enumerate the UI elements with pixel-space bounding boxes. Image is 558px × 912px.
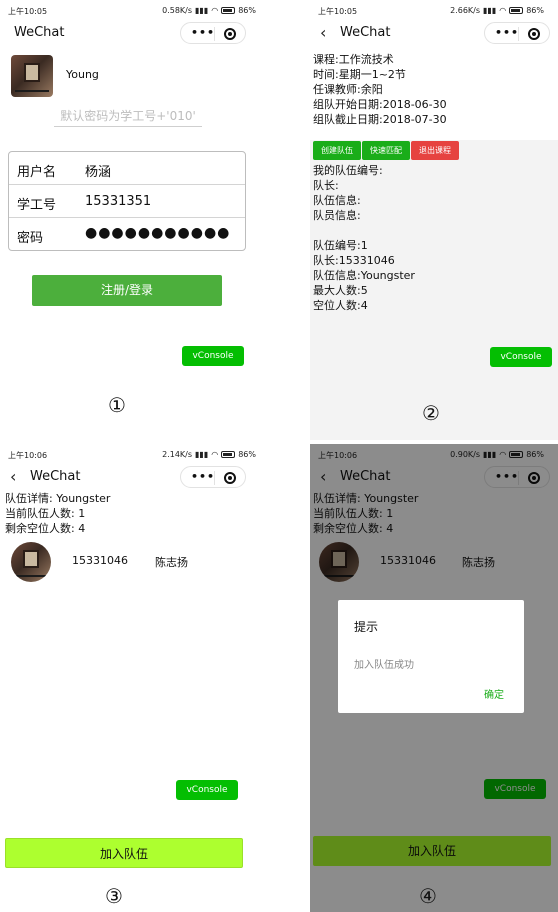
- back-icon[interactable]: ‹: [10, 467, 16, 486]
- signal-icon: ▮▮▮: [195, 6, 209, 15]
- team-vacancy[interactable]: 空位人数:4: [313, 298, 415, 313]
- member-id: 15331046: [72, 554, 128, 567]
- quit-course-button[interactable]: 退出课程: [411, 141, 459, 160]
- my-team-id: 我的队伍编号:: [313, 164, 383, 177]
- password-row[interactable]: 密码 ●●●●●●●●●●●: [9, 218, 245, 251]
- nav-title: WeChat: [14, 25, 65, 40]
- screen-marker: ②: [422, 401, 440, 425]
- status-time: 上午10:05: [8, 7, 48, 16]
- status-bar: 上午10:05 2.66K/s ▮▮▮ ◠ 86%: [310, 0, 558, 20]
- register-login-button[interactable]: 注册/登录: [32, 275, 222, 306]
- battery-icon: [221, 451, 236, 458]
- status-bar: 上午10:05 0.58K/s ▮▮▮ ◠ 86%: [0, 0, 270, 20]
- team-current-count: 当前队伍人数: 1: [5, 507, 86, 520]
- status-bar: 上午10:06 2.14K/s ▮▮▮ ◠ 86%: [0, 444, 270, 464]
- password-input[interactable]: ●●●●●●●●●●●: [85, 225, 230, 241]
- screen-marker: ④: [419, 884, 437, 908]
- my-team-leader: 队长:: [313, 179, 339, 192]
- screen-marker: ①: [108, 393, 126, 417]
- nav-bar: ‹ WeChat •••: [0, 466, 270, 490]
- mini-program-capsule[interactable]: •••: [180, 22, 246, 44]
- screen-login: 上午10:05 0.58K/s ▮▮▮ ◠ 86% WeChat ••• You…: [0, 0, 270, 440]
- more-icon[interactable]: •••: [495, 26, 519, 39]
- member-avatar: [11, 542, 51, 582]
- status-time: 上午10:06: [8, 451, 48, 460]
- course-time: 时间:星期一1~2节: [313, 68, 406, 81]
- screen-join-success: 上午10:06 0.90K/s ▮▮▮ ◠ 86% ‹ WeChat ••• 队…: [310, 444, 558, 912]
- modal-title: 提示: [354, 620, 379, 634]
- back-icon[interactable]: ‹: [320, 23, 326, 42]
- team-name[interactable]: 队伍信息:Youngster: [313, 268, 415, 283]
- screen-course: 上午10:05 2.66K/s ▮▮▮ ◠ 86% ‹ WeChat ••• 课…: [310, 0, 558, 440]
- nav-title: WeChat: [30, 469, 81, 484]
- password-label: 密码: [17, 231, 44, 246]
- student-id-row[interactable]: 学工号 15331351: [9, 185, 245, 218]
- create-team-button[interactable]: 创建队伍: [313, 141, 361, 160]
- network-speed: 2.66K/s: [450, 6, 481, 15]
- mini-program-capsule[interactable]: •••: [180, 466, 246, 488]
- team-max[interactable]: 最大人数:5: [313, 283, 415, 298]
- status-time: 上午10:05: [318, 7, 358, 16]
- team-leader[interactable]: 队长:15331046: [313, 253, 415, 268]
- vconsole-button[interactable]: vConsole: [182, 346, 244, 366]
- wifi-icon: ◠: [211, 450, 219, 459]
- nav-bar: WeChat •••: [0, 22, 270, 46]
- avatar: [11, 55, 53, 97]
- signal-icon: ▮▮▮: [195, 450, 209, 459]
- team-id[interactable]: 队伍编号:1: [313, 238, 415, 253]
- modal-confirm-button[interactable]: 确定: [484, 686, 504, 701]
- username-input[interactable]: 杨涵: [85, 161, 111, 180]
- join-team-button[interactable]: 加入队伍: [5, 838, 243, 868]
- team-end-date: 组队截止日期:2018-07-30: [313, 113, 447, 126]
- wifi-icon: ◠: [211, 6, 219, 15]
- battery-level: 86%: [238, 450, 256, 459]
- vconsole-button[interactable]: vConsole: [176, 780, 238, 800]
- action-buttons: 创建队伍 快速匹配 退出课程: [313, 141, 460, 160]
- password-hint: 默认密码为学工号+'010': [54, 107, 202, 127]
- course-info: 课程:工作流技术 时间:星期一1~2节 任课教师:余阳 组队开始日期:2018-…: [313, 52, 447, 127]
- close-target-icon[interactable]: [224, 472, 236, 484]
- student-id-label: 学工号: [17, 198, 57, 213]
- battery-level: 86%: [526, 6, 544, 15]
- username-row[interactable]: 用户名 杨涵: [9, 152, 245, 185]
- more-icon[interactable]: •••: [191, 470, 215, 483]
- screen-team-detail: 上午10:06 2.14K/s ▮▮▮ ◠ 86% ‹ WeChat ••• 队…: [0, 444, 270, 912]
- nav-bar: ‹ WeChat •••: [310, 22, 558, 46]
- quick-match-button[interactable]: 快速匹配: [362, 141, 410, 160]
- username-label: 用户名: [17, 165, 57, 180]
- modal-content: 加入队伍成功: [354, 660, 414, 671]
- success-modal: 提示 加入队伍成功 确定: [338, 600, 524, 713]
- team-info: 我的队伍编号: 队长: 队伍信息: 队员信息: 队伍编号:1 队长:153310…: [313, 163, 415, 313]
- network-speed: 0.58K/s: [162, 6, 193, 15]
- mini-program-capsule[interactable]: •••: [484, 22, 550, 44]
- member-name: 陈志扬: [155, 556, 188, 569]
- nav-title: WeChat: [340, 25, 391, 40]
- user-name: Young: [66, 68, 99, 81]
- signal-icon: ▮▮▮: [483, 6, 497, 15]
- my-team-info: 队伍信息:: [313, 194, 361, 207]
- more-icon[interactable]: •••: [191, 26, 215, 39]
- vconsole-button[interactable]: vConsole: [490, 347, 552, 367]
- team-detail-name: 队伍详情: Youngster: [5, 492, 111, 505]
- course-teacher: 任课教师:余阳: [313, 83, 383, 96]
- screen-marker: ③: [105, 884, 123, 908]
- team-start-date: 组队开始日期:2018-06-30: [313, 98, 447, 111]
- login-form: 用户名 杨涵 学工号 15331351 密码 ●●●●●●●●●●●: [8, 151, 246, 251]
- battery-level: 86%: [238, 6, 256, 15]
- network-speed: 2.14K/s: [162, 450, 193, 459]
- team-vacancy-count: 剩余空位人数: 4: [5, 522, 86, 535]
- battery-icon: [221, 7, 236, 14]
- wifi-icon: ◠: [499, 6, 507, 15]
- close-target-icon[interactable]: [224, 28, 236, 40]
- my-team-members: 队员信息:: [313, 209, 361, 222]
- student-id-input[interactable]: 15331351: [85, 194, 151, 209]
- course-name: 课程:工作流技术: [313, 53, 394, 66]
- team-detail: 队伍详情: Youngster 当前队伍人数: 1 剩余空位人数: 4: [5, 491, 110, 536]
- battery-icon: [509, 7, 524, 14]
- close-target-icon[interactable]: [528, 28, 540, 40]
